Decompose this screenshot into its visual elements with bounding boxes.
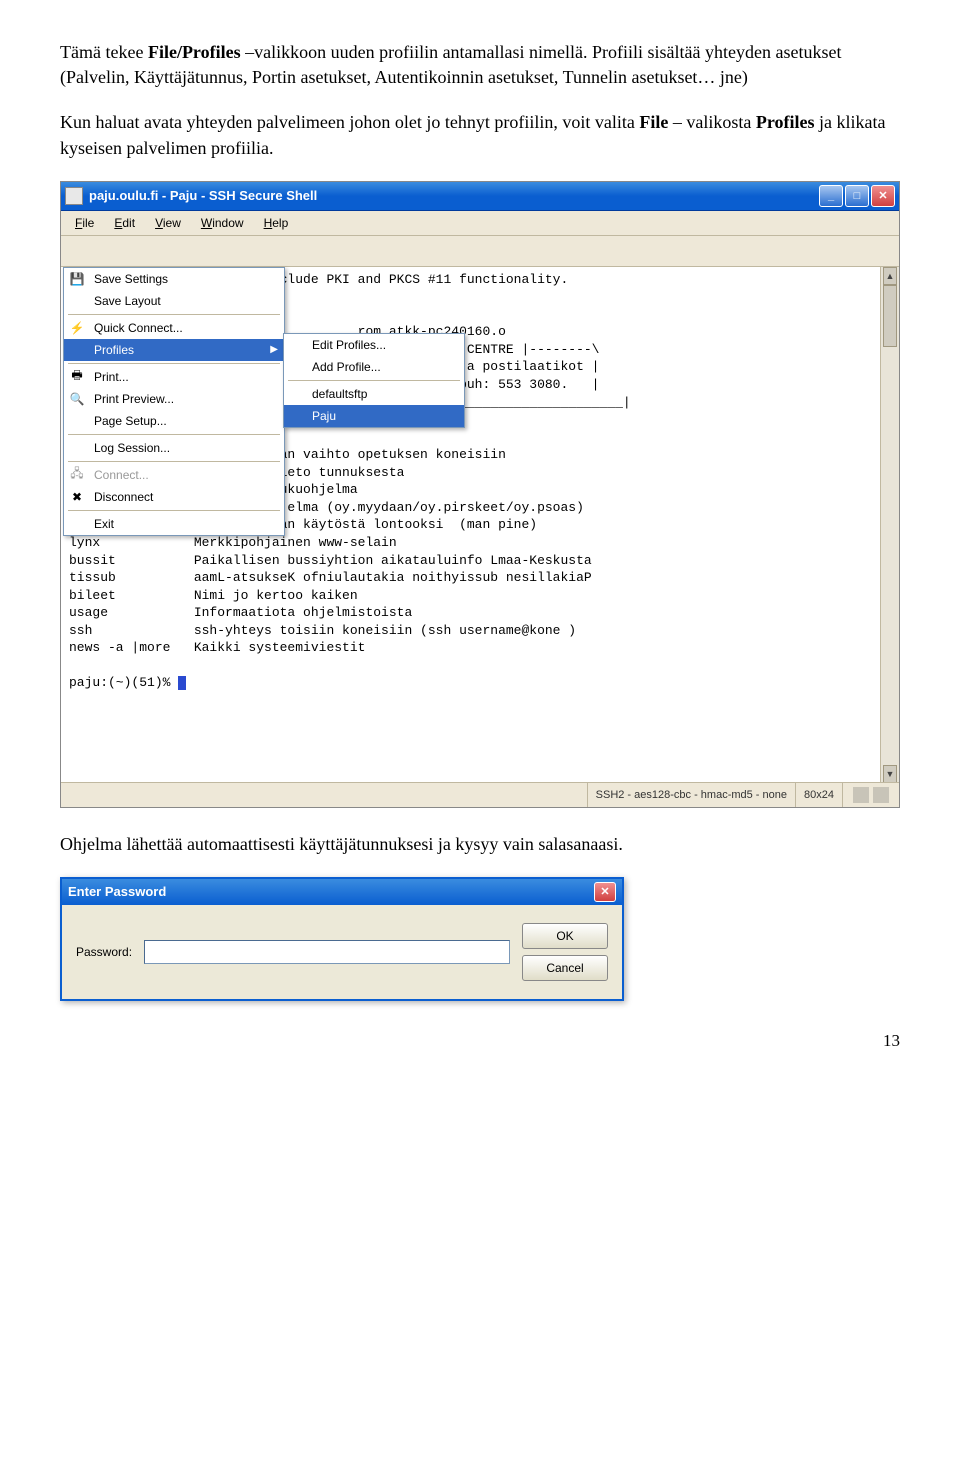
profiles-submenu: Edit Profiles... Add Profile... defaults… bbox=[283, 333, 465, 428]
ssh-window: paju.oulu.fi - Paju - SSH Secure Shell _… bbox=[60, 181, 900, 808]
label: Exit bbox=[94, 517, 114, 531]
submenu-edit-profiles[interactable]: Edit Profiles... bbox=[284, 334, 464, 356]
label: Save Layout bbox=[94, 294, 161, 308]
menu-separator bbox=[68, 314, 280, 315]
label: Print Preview... bbox=[94, 392, 174, 406]
dialog-title: Enter Password bbox=[68, 884, 166, 899]
file-menu: 💾 Save Settings Save Layout ⚡ Quick Connec… bbox=[63, 267, 285, 536]
menu-item-save-settings[interactable]: 💾 Save Settings bbox=[64, 268, 284, 290]
terminal-cursor bbox=[178, 676, 186, 690]
password-input[interactable] bbox=[144, 940, 510, 964]
connect-icon: ⚡ bbox=[68, 319, 86, 337]
status-icon bbox=[853, 787, 869, 803]
paragraph-3: Ohjelma lähettää automaattisesti käyttäj… bbox=[60, 832, 900, 857]
blank-icon bbox=[68, 292, 86, 310]
password-label: Password: bbox=[76, 945, 132, 959]
menu-separator bbox=[68, 363, 280, 364]
menubar: File Edit View Window Help bbox=[61, 211, 899, 236]
label: Profiles bbox=[94, 343, 134, 357]
close-button[interactable]: ✕ bbox=[871, 185, 895, 207]
dialog-body: Password: OK Cancel bbox=[62, 905, 622, 999]
menu-separator bbox=[68, 434, 280, 435]
label: Print... bbox=[94, 370, 129, 384]
text-bold: File bbox=[639, 112, 668, 132]
statusbar-cipher: SSH2 - aes128-cbc - hmac-md5 - none bbox=[587, 783, 795, 807]
toolbar bbox=[61, 236, 899, 267]
dialog-titlebar: Enter Password ✕ bbox=[62, 879, 622, 905]
cancel-button[interactable]: Cancel bbox=[522, 955, 608, 981]
menu-item-print[interactable]: 🖶 Print... bbox=[64, 366, 284, 388]
label: Disconnect bbox=[94, 490, 153, 504]
menu-separator bbox=[68, 461, 280, 462]
titlebar: paju.oulu.fi - Paju - SSH Secure Shell _… bbox=[61, 182, 899, 211]
menu-item-log-session[interactable]: Log Session... bbox=[64, 437, 284, 459]
submenu-arrow-icon: ▶ bbox=[270, 344, 278, 355]
menu-item-disconnect[interactable]: ✖ Disconnect bbox=[64, 486, 284, 508]
label: Save Settings bbox=[94, 272, 168, 286]
window-buttons: _ □ ✕ bbox=[819, 185, 895, 207]
status-icon bbox=[873, 787, 889, 803]
menu-separator bbox=[288, 380, 460, 381]
terminal-scrollbar[interactable]: ▲ ▼ bbox=[880, 267, 899, 783]
minimize-button[interactable]: _ bbox=[819, 185, 843, 207]
password-dialog: Enter Password ✕ Password: OK Cancel bbox=[60, 877, 624, 1001]
disconnect-icon: ✖ bbox=[68, 488, 86, 506]
menu-window[interactable]: Window bbox=[191, 214, 254, 232]
statusbar-size: 80x24 bbox=[795, 783, 842, 807]
statusbar-icons bbox=[842, 783, 899, 807]
label: Connect... bbox=[94, 468, 149, 482]
text: – valikosta bbox=[668, 112, 756, 132]
scrollbar-down-icon[interactable]: ▼ bbox=[883, 765, 897, 783]
menu-help[interactable]: Help bbox=[254, 214, 299, 232]
page-number: 13 bbox=[60, 1031, 900, 1051]
app-icon bbox=[65, 187, 83, 205]
submenu-profile-paju[interactable]: Paju bbox=[284, 405, 464, 427]
text-bold: Profiles bbox=[756, 112, 815, 132]
menu-edit[interactable]: Edit bbox=[104, 214, 145, 232]
menu-item-exit[interactable]: Exit bbox=[64, 513, 284, 535]
menu-item-profiles[interactable]: Profiles ▶ bbox=[64, 339, 284, 361]
text: Kun haluat avata yhteyden palvelimeen jo… bbox=[60, 112, 639, 132]
ok-button[interactable]: OK bbox=[522, 923, 608, 949]
paragraph-1: Tämä tekee File/Profiles –valikkoon uude… bbox=[60, 40, 900, 90]
blank-icon bbox=[68, 439, 86, 457]
text: Tämä tekee bbox=[60, 42, 148, 62]
label: Log Session... bbox=[94, 441, 170, 455]
menu-item-page-setup[interactable]: Page Setup... bbox=[64, 410, 284, 432]
dialog-buttons: OK Cancel bbox=[522, 923, 608, 981]
scrollbar-up-icon[interactable]: ▲ bbox=[883, 267, 897, 285]
menu-item-quick-connect[interactable]: ⚡ Quick Connect... bbox=[64, 317, 284, 339]
blank-icon bbox=[68, 341, 86, 359]
scrollbar-thumb[interactable] bbox=[883, 285, 897, 347]
statusbar: SSH2 - aes128-cbc - hmac-md5 - none 80x2… bbox=[61, 782, 899, 807]
menu-item-connect: 🖧 Connect... bbox=[64, 464, 284, 486]
text-bold: File/Profiles bbox=[148, 42, 241, 62]
menu-view[interactable]: View bbox=[145, 214, 191, 232]
menu-item-save-layout[interactable]: Save Layout bbox=[64, 290, 284, 312]
blank-icon bbox=[68, 515, 86, 533]
connect-icon: 🖧 bbox=[68, 466, 86, 484]
submenu-add-profile[interactable]: Add Profile... bbox=[284, 356, 464, 378]
maximize-button[interactable]: □ bbox=[845, 185, 869, 207]
menu-separator bbox=[68, 510, 280, 511]
dialog-close-button[interactable]: ✕ bbox=[594, 882, 616, 902]
save-icon: 💾 bbox=[68, 270, 86, 288]
menu-file[interactable]: File bbox=[65, 214, 104, 232]
label: Quick Connect... bbox=[94, 321, 183, 335]
preview-icon: 🔍 bbox=[68, 390, 86, 408]
menu-item-print-preview[interactable]: 🔍 Print Preview... bbox=[64, 388, 284, 410]
content-area: iles 💾Save Settings Save Layout ⚡Quick C… bbox=[61, 267, 899, 807]
label: Page Setup... bbox=[94, 414, 167, 428]
print-icon: 🖶 bbox=[68, 368, 86, 386]
submenu-profile-defaultsftp[interactable]: defaultsftp bbox=[284, 383, 464, 405]
terminal-text: man Apua ohjelman käytöstä lontooksi (ma… bbox=[69, 517, 592, 690]
paragraph-2: Kun haluat avata yhteyden palvelimeen jo… bbox=[60, 110, 900, 160]
window-title: paju.oulu.fi - Paju - SSH Secure Shell bbox=[89, 188, 819, 203]
blank-icon bbox=[68, 412, 86, 430]
